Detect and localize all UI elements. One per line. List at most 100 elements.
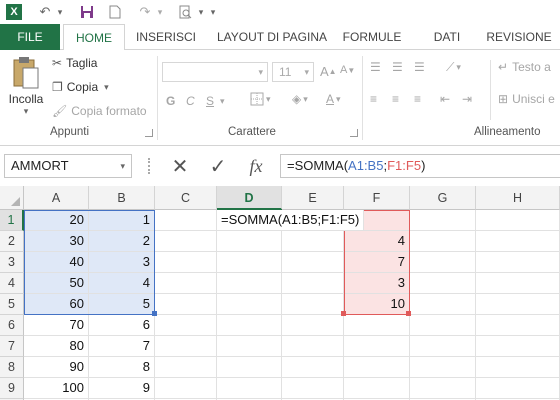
clipboard-launcher-icon[interactable] — [145, 129, 153, 137]
select-all-corner[interactable] — [0, 186, 24, 210]
cell-e6[interactable] — [282, 315, 344, 336]
cell-c2[interactable] — [155, 231, 217, 252]
row-header-9[interactable]: 9 — [0, 378, 24, 399]
cell-c5[interactable] — [155, 294, 217, 315]
cell-b9[interactable]: 9 — [89, 378, 155, 399]
name-box[interactable]: AMMORT ▾ — [4, 154, 132, 178]
cancel-icon[interactable]: ✕ — [164, 154, 196, 178]
cell-h1[interactable] — [476, 210, 560, 231]
font-name-dropdown[interactable]: ▾ — [162, 62, 268, 82]
cell-c8[interactable] — [155, 357, 217, 378]
cell-h4[interactable] — [476, 273, 560, 294]
borders-button[interactable]: ▾ — [250, 92, 271, 106]
cell-g9[interactable] — [410, 378, 476, 399]
cell-c1[interactable] — [155, 210, 217, 231]
cell-e7[interactable] — [282, 336, 344, 357]
cell-d4[interactable] — [217, 273, 282, 294]
cell-g2[interactable] — [410, 231, 476, 252]
column-header-a[interactable]: A — [24, 186, 89, 210]
cell-e4[interactable] — [282, 273, 344, 294]
cell-f7[interactable] — [344, 336, 410, 357]
cell-d7[interactable] — [217, 336, 282, 357]
tab-inserisci[interactable]: INSERISCI — [130, 24, 202, 50]
cell-f6[interactable] — [344, 315, 410, 336]
cell-d3[interactable] — [217, 252, 282, 273]
cell-h7[interactable] — [476, 336, 560, 357]
increase-indent-icon[interactable]: ⇥ — [462, 92, 472, 106]
cell-g7[interactable] — [410, 336, 476, 357]
customize-qat-icon[interactable]: ▾ — [206, 2, 220, 22]
format-painter-button[interactable]: 🖌 Copia formato — [52, 104, 147, 118]
cell-f9[interactable] — [344, 378, 410, 399]
cell-a8[interactable]: 90 — [24, 357, 89, 378]
column-header-c[interactable]: C — [155, 186, 217, 210]
cell-d6[interactable] — [217, 315, 282, 336]
undo-dropdown-icon[interactable]: ▾ — [55, 2, 65, 22]
column-header-h[interactable]: H — [476, 186, 560, 210]
row-header-5[interactable]: 5 — [0, 294, 24, 315]
range-handle-blue-icon[interactable] — [152, 311, 157, 316]
column-header-g[interactable]: G — [410, 186, 476, 210]
cell-d1[interactable]: =SOMMA(A1:B5;F1:F5) — [217, 210, 365, 231]
row-header-2[interactable]: 2 — [0, 231, 24, 252]
cell-e5[interactable] — [282, 294, 344, 315]
redo-dropdown-icon[interactable]: ▾ — [155, 2, 165, 22]
print-preview-dropdown-icon[interactable]: ▾ — [196, 2, 206, 22]
row-header-8[interactable]: 8 — [0, 357, 24, 378]
cell-e8[interactable] — [282, 357, 344, 378]
cell-c3[interactable] — [155, 252, 217, 273]
cell-g3[interactable] — [410, 252, 476, 273]
range-handle-red-left-icon[interactable] — [341, 311, 346, 316]
align-middle-icon[interactable]: ☰ — [392, 60, 403, 74]
cell-h9[interactable] — [476, 378, 560, 399]
cell-d9[interactable] — [217, 378, 282, 399]
cut-button[interactable]: ✂ Taglia — [52, 56, 97, 70]
row-header-3[interactable]: 3 — [0, 252, 24, 273]
align-center-icon[interactable]: ≡ — [392, 92, 399, 106]
tab-layout-di-pagina[interactable]: LAYOUT DI PAGINA — [210, 24, 334, 50]
cell-h6[interactable] — [476, 315, 560, 336]
tab-file[interactable]: FILE — [0, 24, 60, 50]
cell-e2[interactable] — [282, 231, 344, 252]
undo-icon[interactable]: ↶ — [34, 2, 56, 22]
column-header-f[interactable]: F — [344, 186, 410, 210]
cell-b8[interactable]: 8 — [89, 357, 155, 378]
shrink-font-button[interactable]: A ▼ — [340, 64, 355, 76]
row-header-1[interactable]: 1 — [0, 210, 24, 231]
confirm-icon[interactable]: ✓ — [202, 154, 234, 178]
underline-button[interactable]: S — [206, 94, 214, 108]
cell-g1[interactable] — [410, 210, 476, 231]
italic-button[interactable]: C — [186, 94, 195, 108]
cell-g4[interactable] — [410, 273, 476, 294]
cell-d5[interactable] — [217, 294, 282, 315]
formula-bar-grip-icon[interactable] — [148, 158, 151, 174]
column-header-d[interactable]: D — [217, 186, 282, 210]
cell-a9[interactable]: 100 — [24, 378, 89, 399]
cell-c7[interactable] — [155, 336, 217, 357]
row-header-7[interactable]: 7 — [0, 336, 24, 357]
merge-center-button[interactable]: ⊞ Unisci e — [498, 92, 555, 106]
cell-c4[interactable] — [155, 273, 217, 294]
cell-g8[interactable] — [410, 357, 476, 378]
font-color-button[interactable]: A ▾ — [326, 92, 341, 106]
cell-b6[interactable]: 6 — [89, 315, 155, 336]
align-left-icon[interactable]: ≡ — [370, 92, 377, 106]
cell-a7[interactable]: 80 — [24, 336, 89, 357]
paste-button[interactable]: Incolla ▾ — [6, 56, 46, 120]
cell-e3[interactable] — [282, 252, 344, 273]
align-top-icon[interactable]: ☰ — [370, 60, 381, 74]
align-bottom-icon[interactable]: ☰ — [414, 60, 425, 74]
bold-button[interactable]: G — [166, 94, 175, 108]
cell-h5[interactable] — [476, 294, 560, 315]
font-size-dropdown[interactable]: 11 ▾ — [272, 62, 314, 82]
redo-icon[interactable]: ↷ — [134, 2, 156, 22]
save-icon[interactable] — [76, 2, 98, 22]
cell-e9[interactable] — [282, 378, 344, 399]
new-document-icon[interactable] — [104, 2, 126, 22]
cell-g5[interactable] — [410, 294, 476, 315]
tab-formule[interactable]: FORMULE — [340, 24, 404, 50]
align-right-icon[interactable]: ≡ — [414, 92, 421, 106]
font-launcher-icon[interactable] — [350, 129, 358, 137]
decrease-indent-icon[interactable]: ⇤ — [440, 92, 450, 106]
tab-revisione[interactable]: REVISIONE — [484, 24, 554, 50]
